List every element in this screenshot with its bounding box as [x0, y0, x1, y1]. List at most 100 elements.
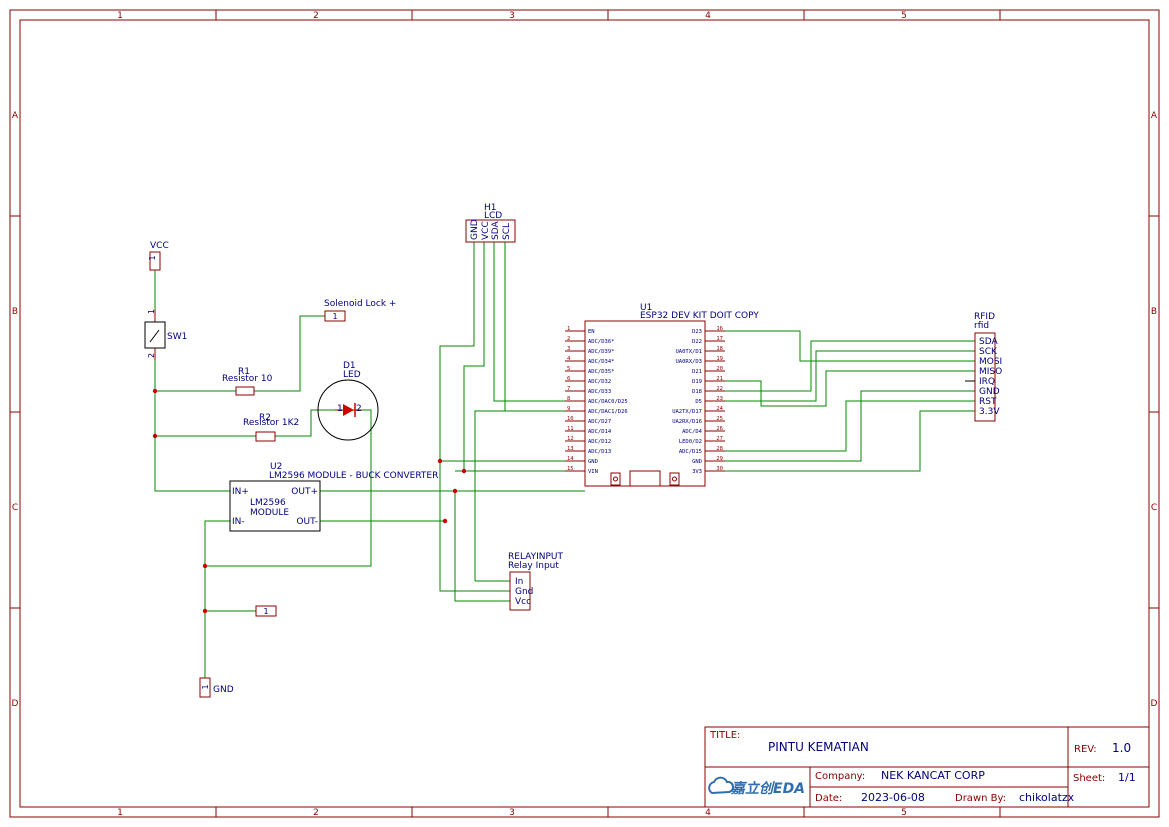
header-port-pin-number: 1	[263, 607, 268, 616]
esp32-right-pin-number: 17	[716, 336, 723, 342]
schematic-sheet: 1 2 3 4 5 1 2 3 4 5 A B C D A B C D VCC …	[9, 9, 1160, 818]
junction-dot	[442, 518, 448, 524]
solenoid-label: Solenoid Lock +	[324, 299, 396, 309]
esp32-right-pin-name: UA2RX/D16	[672, 419, 702, 425]
rfid-module[interactable]: RFID rfid SDASCKMOSIMISOIRQGNDRST3.3V	[965, 312, 1002, 422]
resistor-r2[interactable]: R2 Resistor 1K2	[243, 413, 299, 442]
u2-pin-out-plus: OUT+	[291, 487, 318, 497]
lcd-header-h1[interactable]: H1 LCD GND VCC SDA SCL	[465, 203, 516, 243]
row-label-left-d: D	[12, 699, 19, 709]
row-label-right-a: A	[1151, 111, 1158, 121]
rfid-pin-label: SCK	[979, 347, 998, 357]
header-port-1[interactable]: 1	[255, 605, 277, 617]
esp32-left-pin-number: 8	[567, 396, 570, 402]
esp32-right-pin-number: 30	[716, 466, 723, 472]
esp32-right-pin-number: 21	[716, 376, 723, 382]
col-label-top-4: 4	[705, 11, 711, 21]
led-d1[interactable]: D1 LED 1 2	[317, 361, 379, 441]
title-value: PINTU KEMATIAN	[768, 740, 869, 754]
esp32-left-pin-name: VIN	[588, 469, 598, 475]
esp32-right-pin-name: D23	[692, 329, 702, 335]
gnd-pin-number: 1	[201, 684, 210, 689]
esp32-left-pin-name: ADC/D33	[588, 389, 611, 395]
u2-pin-in-plus: IN+	[232, 487, 249, 497]
esp32-right-pin-number: 25	[716, 416, 723, 422]
esp32-left-pin-name: GND	[588, 459, 598, 465]
esp32-right-pin-number: 27	[716, 436, 723, 442]
u2-body-line1: LM2596	[250, 498, 286, 508]
u1-value: ESP32 DEV KIT DOIT COPY	[640, 311, 759, 321]
rfid-pin-label: GND	[979, 387, 1000, 397]
col-label-bottom-2: 2	[313, 808, 319, 818]
esp32-right-pin-number: 19	[716, 356, 723, 362]
esp32-left-pin-number: 9	[567, 406, 570, 412]
esp32-right-pin-name: D18	[692, 389, 702, 395]
esp32-right-pin-name: LED0/D2	[679, 439, 702, 445]
esp32-left-pin-name: ADC/D12	[588, 439, 611, 445]
esp32-left-pin-number: 7	[567, 386, 570, 392]
h1-pin-vcc: VCC	[481, 221, 491, 240]
title-block: TITLE: PINTU KEMATIAN REV: 1.0 Company: …	[704, 726, 1150, 808]
sw1-pin1-number: 1	[147, 309, 156, 314]
row-label-right-c: C	[1151, 503, 1157, 513]
col-label-bottom-3: 3	[509, 808, 515, 818]
solenoid-port[interactable]: Solenoid Lock + 1	[324, 299, 396, 322]
esp32-right-pin-name: D5	[695, 399, 702, 405]
row-label-left-b: B	[12, 307, 18, 317]
eda-logo: 嘉立创EDA	[708, 776, 805, 797]
date-value: 2023-06-08	[861, 791, 925, 804]
u2-pin-in-minus: IN-	[232, 517, 245, 527]
esp32-left-pin-name: ADC/D14	[588, 429, 612, 435]
esp32-left-pin-number: 15	[567, 466, 574, 472]
solenoid-pin-number: 1	[332, 312, 337, 321]
relay-pin-label: In	[515, 577, 523, 587]
relay-pin-label: Vcc	[515, 597, 531, 607]
junction-dot	[152, 388, 158, 394]
esp32-right-pin-number: 16	[716, 326, 723, 332]
col-label-top-1: 1	[117, 11, 123, 21]
row-label-right-d: D	[1151, 699, 1158, 709]
junction-dot	[437, 458, 443, 464]
col-label-bottom-4: 4	[705, 808, 711, 818]
esp32-left-pin-number: 14	[567, 456, 574, 462]
sw1-ref: SW1	[167, 332, 187, 342]
vcc-label: VCC	[150, 241, 169, 251]
gnd-port[interactable]: 1 GND	[199, 677, 234, 698]
esp32-right-pin-number: 24	[716, 406, 723, 412]
rev-value: 1.0	[1112, 741, 1131, 755]
relay-input[interactable]: RELAYINPUT Relay Input InGndVcc	[508, 552, 564, 611]
date-label: Date:	[815, 793, 842, 804]
relay-value: Relay Input	[508, 561, 559, 571]
esp32-left-pin-name: ADC/DAC0/D25	[588, 399, 628, 405]
esp32-left-pin-name: ADC/D36*	[588, 339, 615, 345]
esp32-left-pin-name: ADC/D13	[588, 449, 611, 455]
rfid-pin-label: MOSI	[979, 357, 1002, 367]
esp32-left-pin-name: ADC/D39*	[588, 349, 615, 355]
esp32-right-pin-number: 20	[716, 366, 723, 372]
esp32-left-pin-name: ADC/D35*	[588, 369, 615, 375]
esp32-left-pin-number: 1	[567, 326, 570, 332]
esp32-u1[interactable]: U1 ESP32 DEV KIT DOIT COPY 1 EN2 ADC/D36*3…	[565, 303, 759, 487]
col-label-top-2: 2	[313, 11, 319, 21]
vcc-pin-number: 1	[148, 255, 157, 260]
d1-value: LED	[343, 370, 361, 380]
junction-dot	[152, 433, 158, 439]
h1-pin-gnd: GND	[470, 219, 480, 240]
u2-pin-out-minus: OUT-	[296, 517, 318, 527]
h1-pin-sda: SDA	[491, 221, 501, 240]
rfid-pin-label: MISO	[979, 367, 1002, 377]
junction-dot	[202, 608, 208, 614]
esp32-left-pin-name: ADC/D32	[588, 379, 611, 385]
esp32-left-pin-number: 11	[567, 426, 574, 432]
sw1-pin2-number: 2	[147, 353, 156, 358]
switch-sw1[interactable]: 1 2 SW1	[144, 309, 187, 360]
r1-value: Resistor 10	[222, 374, 273, 384]
junction-dot	[452, 488, 458, 494]
esp32-left-pin-name: ADC/D27	[588, 419, 611, 425]
vcc-port[interactable]: VCC 1	[148, 241, 169, 271]
esp32-right-pin-name: D22	[692, 339, 702, 345]
esp32-right-pin-name: ADC/D15	[679, 449, 702, 455]
col-label-bottom-1: 1	[117, 808, 123, 818]
rev-label: REV:	[1074, 744, 1097, 755]
sheet-label: Sheet:	[1073, 773, 1105, 784]
